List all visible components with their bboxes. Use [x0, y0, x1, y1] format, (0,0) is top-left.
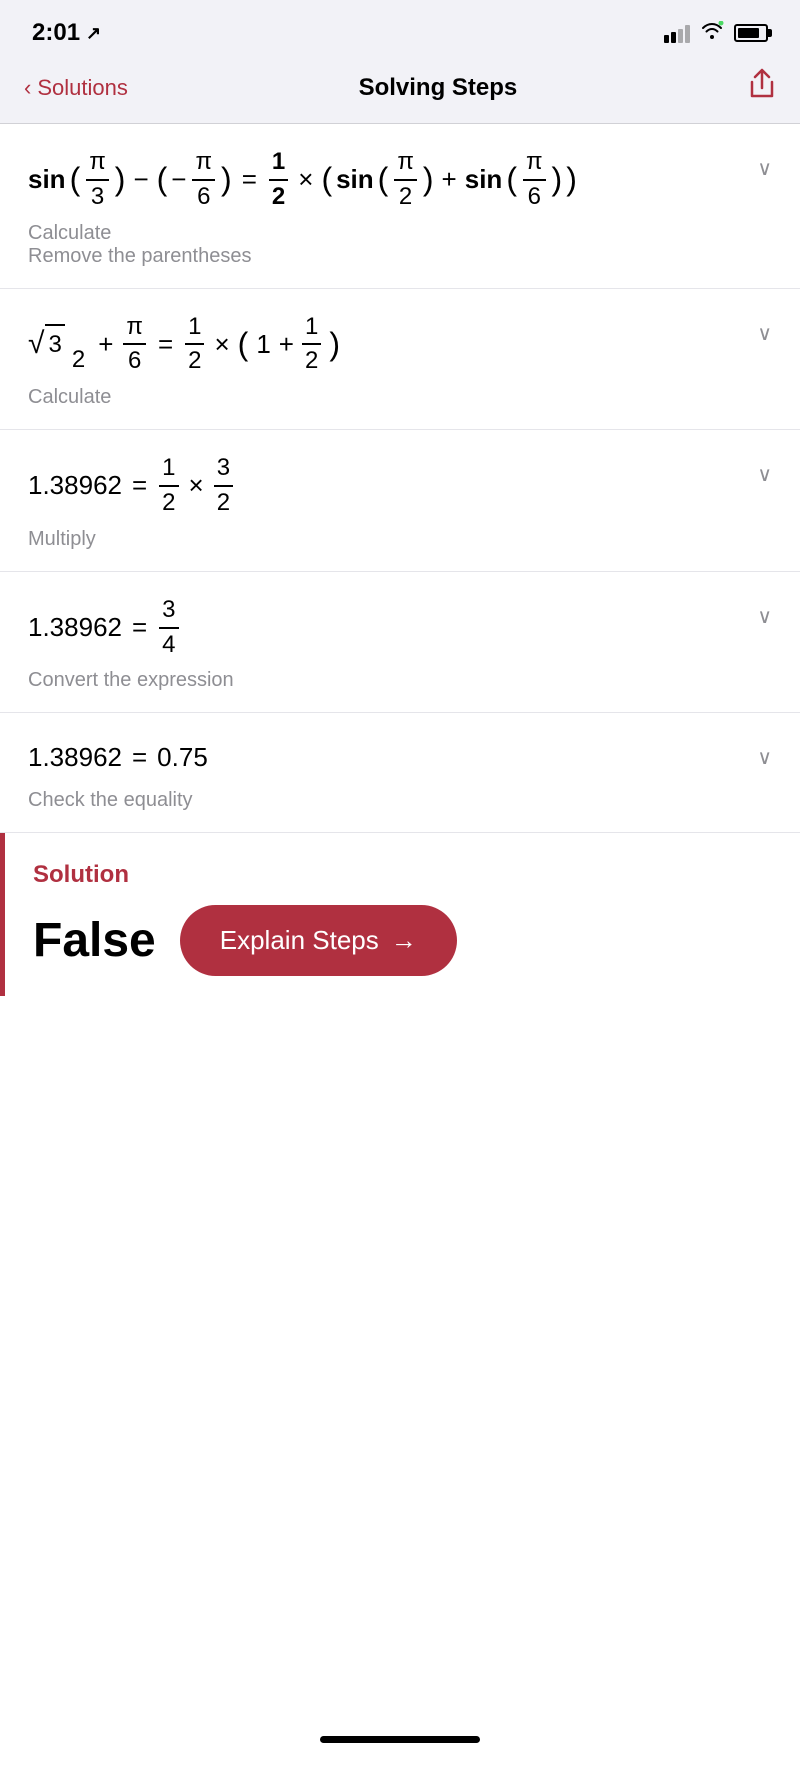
- step-5: 1.38962 = 0.75 Check the equality ∨: [0, 713, 800, 833]
- share-button[interactable]: [748, 68, 776, 107]
- chevron-down-icon-4[interactable]: ∨: [757, 604, 772, 629]
- solution-value: False: [33, 913, 156, 968]
- step-4-label: Convert the expression: [28, 669, 772, 692]
- status-time: 2:01 ↗: [32, 19, 101, 47]
- step-2: √ 3 x 2 + π 6 = 1 2 × ( 1 + 1 2: [0, 289, 800, 431]
- step-4-equation: 1.38962 = 3 4: [28, 596, 772, 660]
- solution-label: Solution: [33, 861, 772, 889]
- chevron-left-icon: ‹: [24, 75, 31, 101]
- home-bar: [320, 1736, 480, 1743]
- chevron-down-icon[interactable]: ∨: [757, 156, 772, 181]
- signal-icon: [664, 23, 690, 43]
- page-title: Solving Steps: [359, 74, 518, 102]
- explain-steps-label: Explain Steps: [220, 925, 379, 956]
- step-5-equation: 1.38962 = 0.75: [28, 737, 772, 779]
- home-indicator: [0, 1720, 800, 1767]
- step-3: 1.38962 = 1 2 × 3 2 Multiply ∨: [0, 430, 800, 572]
- explain-steps-button[interactable]: Explain Steps →: [180, 905, 457, 976]
- step-1-label: CalculateRemove the parentheses: [28, 222, 772, 268]
- step-5-label: Check the equality: [28, 789, 772, 812]
- step-3-equation: 1.38962 = 1 2 × 3 2: [28, 454, 772, 518]
- solution-section: Solution False Explain Steps →: [0, 833, 800, 996]
- chevron-down-icon-3[interactable]: ∨: [757, 462, 772, 487]
- step-2-equation: √ 3 x 2 + π 6 = 1 2 × ( 1 + 1 2: [28, 313, 772, 377]
- solution-result: False Explain Steps →: [33, 905, 772, 976]
- battery-icon: [734, 24, 768, 42]
- status-bar: 2:01 ↗: [0, 0, 800, 60]
- step-4: 1.38962 = 3 4 Convert the expression ∨: [0, 572, 800, 714]
- arrow-icon: →: [391, 925, 417, 956]
- step-1-equation: sin ( π 3 ) − ( − π 6 ) = 1 2 × ( sin (: [28, 148, 772, 212]
- back-label: Solutions: [37, 75, 128, 101]
- step-2-label: Calculate: [28, 386, 772, 409]
- step-1: sin ( π 3 ) − ( − π 6 ) = 1 2 × ( sin (: [0, 124, 800, 289]
- wifi-icon: [700, 21, 724, 45]
- chevron-down-icon-2[interactable]: ∨: [757, 321, 772, 346]
- status-icons: [664, 21, 768, 45]
- nav-bar: ‹ Solutions Solving Steps: [0, 60, 800, 124]
- step-3-label: Multiply: [28, 528, 772, 551]
- location-icon: ↗: [86, 23, 101, 44]
- content-area: sin ( π 3 ) − ( − π 6 ) = 1 2 × ( sin (: [0, 124, 800, 1720]
- back-button[interactable]: ‹ Solutions: [24, 75, 128, 101]
- chevron-down-icon-5[interactable]: ∨: [757, 745, 772, 770]
